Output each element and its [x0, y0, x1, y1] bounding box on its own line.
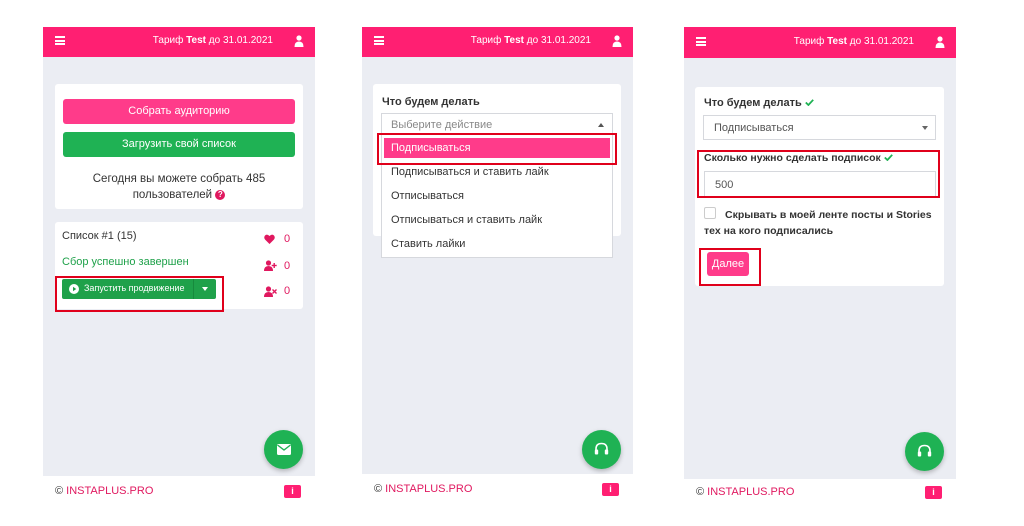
collect-audience-button[interactable]: Собрать аудиторию [63, 99, 295, 124]
hide-posts-label-line2: тех на кого подписались [704, 225, 834, 237]
tariff-prefix: Тариф [470, 35, 502, 46]
headphones-icon [594, 442, 609, 455]
action-select[interactable]: Подписываться [703, 115, 936, 140]
today-text-line1: Сегодня вы можете собрать 485 [92, 173, 266, 185]
phone-screen-action-select: Тариф Test до 31.01.2021 Что будем делат… [362, 27, 633, 506]
list-title: Список #1 (15) [62, 230, 137, 242]
brand-link[interactable]: INSTAPLUS.PRO [385, 483, 472, 495]
dropdown-option-follow-like[interactable]: Подписываться и ставить лайк [391, 166, 549, 178]
tariff-date: до 31.01.2021 [849, 36, 914, 47]
dropdown-option-like[interactable]: Ставить лайки [391, 238, 465, 250]
unfollows-count: 0 [284, 285, 291, 297]
tariff-plan: Test [186, 35, 206, 46]
phone-screen-follow-settings: Тариф Test до 31.01.2021 Что будем делат… [684, 27, 956, 506]
copyright-sign: © [55, 485, 64, 497]
action-select-value: Подписываться [714, 122, 794, 134]
action-label-row: Что будем делать [704, 97, 814, 109]
info-icon[interactable]: i [284, 485, 301, 498]
remove-user-icon [264, 286, 277, 297]
highlight-count-field [697, 150, 940, 198]
caret-down-icon [922, 126, 928, 130]
footer-brand: © INSTAPLUS.PRO [55, 485, 153, 497]
dropdown-option-unfollow[interactable]: Отписываться [391, 190, 464, 202]
footer-brand: © INSTAPLUS.PRO [374, 483, 472, 495]
support-fab[interactable] [582, 430, 621, 469]
support-fab[interactable] [905, 432, 944, 471]
top-bar: Тариф Test до 31.01.2021 [43, 27, 315, 57]
menu-icon[interactable] [55, 36, 65, 45]
menu-icon[interactable] [374, 36, 384, 45]
tariff-plan: Test [504, 35, 524, 46]
collect-card: Собрать аудиторию Загрузить свой список … [55, 84, 303, 209]
action-select-placeholder: Выберите действие [391, 119, 493, 131]
caret-up-icon [598, 123, 604, 127]
tariff-date: до 31.01.2021 [208, 35, 273, 46]
footer: © INSTAPLUS.PRO i [43, 476, 315, 506]
tariff-plan: Test [827, 36, 847, 47]
upload-list-button[interactable]: Загрузить свой список [63, 132, 295, 157]
tariff-text: Тариф Test до 31.01.2021 [471, 35, 591, 46]
highlight-next-button [699, 248, 761, 286]
copyright-sign: © [696, 486, 705, 498]
brand-link[interactable]: INSTAPLUS.PRO [707, 486, 794, 498]
heart-icon [264, 234, 275, 244]
dropdown-option-unfollow-like[interactable]: Отписываться и ставить лайк [391, 214, 542, 226]
user-icon[interactable] [612, 35, 622, 47]
user-icon[interactable] [935, 36, 945, 48]
hide-posts-label: Скрывать в моей ленте посты и Stories те… [704, 207, 932, 239]
tariff-date: до 31.01.2021 [526, 35, 591, 46]
footer: © INSTAPLUS.PRO i [362, 474, 633, 506]
tariff-prefix: Тариф [793, 36, 825, 47]
info-icon[interactable]: i [602, 483, 619, 496]
menu-icon[interactable] [696, 37, 706, 46]
hide-posts-label-line1: Скрывать в моей ленте посты и Stories [725, 209, 932, 221]
today-info: Сегодня вы можете собрать 485 пользовате… [55, 171, 303, 203]
copyright-sign: © [374, 483, 383, 495]
follows-count: 0 [284, 260, 291, 272]
user-icon[interactable] [294, 35, 304, 47]
add-user-icon [264, 260, 277, 271]
info-icon[interactable]: i [925, 486, 942, 499]
highlight-follow-option [377, 133, 617, 165]
top-bar: Тариф Test до 31.01.2021 [362, 27, 633, 57]
phone-screen-collect: Тариф Test до 31.01.2021 Собрать аудитор… [43, 27, 315, 506]
action-label: Что будем делать [704, 97, 802, 109]
tariff-text: Тариф Test до 31.01.2021 [153, 35, 273, 46]
check-icon [804, 99, 814, 107]
today-text-line2: пользователей [132, 189, 213, 201]
question-icon[interactable]: ? [215, 189, 226, 200]
headphones-icon [917, 444, 932, 457]
action-select[interactable]: Выберите действие [381, 113, 613, 135]
today-text-line2-wrap: пользователей ? [55, 187, 303, 203]
tariff-prefix: Тариф [152, 35, 184, 46]
footer-brand: © INSTAPLUS.PRO [696, 486, 794, 498]
envelope-icon [277, 444, 291, 455]
status-text: Сбор успешно завершен [62, 256, 189, 268]
action-label: Что будем делать [382, 96, 480, 108]
message-fab[interactable] [264, 430, 303, 469]
tariff-text: Тариф Test до 31.01.2021 [794, 36, 914, 47]
footer: © INSTAPLUS.PRO i [684, 479, 956, 506]
top-bar: Тариф Test до 31.01.2021 [684, 27, 956, 58]
brand-link[interactable]: INSTAPLUS.PRO [66, 485, 153, 497]
likes-count: 0 [284, 233, 291, 245]
highlight-start-button [55, 276, 224, 312]
